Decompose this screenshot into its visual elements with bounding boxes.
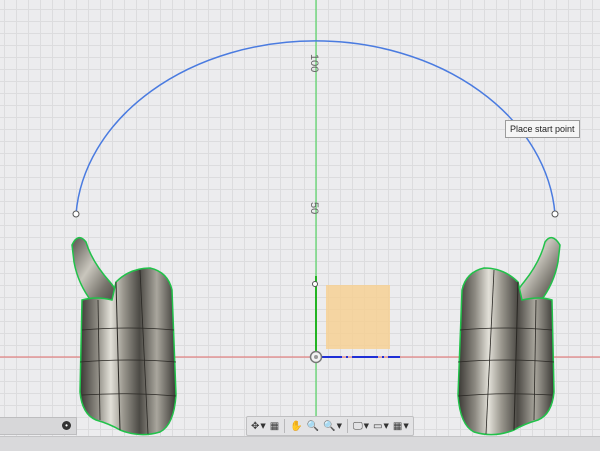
toolbar-divider — [284, 419, 286, 433]
right-earcup-body — [457, 236, 561, 436]
look-at-icon[interactable]: ▦ — [269, 418, 280, 434]
sketch-scene — [0, 0, 600, 450]
navigation-toolbar: ✥ ▼ ▦ ✋ 🔍 🔍 ▼ 🖵 ▼ ▭ ▼ ▦ ▼ — [246, 416, 414, 436]
display-settings-icon[interactable]: 🖵 ▼ — [352, 418, 370, 434]
grid-settings-icon[interactable]: ▦ ▼ — [392, 418, 410, 434]
ruler-label-50: 50 — [308, 202, 320, 215]
cursor-tooltip: Place start point — [505, 120, 580, 138]
zoom-window-icon[interactable]: 🔍 ▼ — [322, 418, 343, 434]
bottom-status-strip — [0, 436, 600, 451]
look-at-icon-glyph: ▦ — [269, 420, 280, 432]
pan-icon[interactable]: ✋ — [289, 418, 303, 434]
grid-settings-icon-glyph: ▦ — [392, 420, 403, 432]
visual-style-icon[interactable]: ▭ ▼ — [372, 418, 390, 434]
sketch-profile-rect — [326, 285, 390, 349]
toolbar-divider — [346, 419, 348, 433]
orbit-icon[interactable]: ✥ ▼ — [250, 418, 267, 434]
visual-style-icon-glyph: ▭ — [373, 420, 383, 432]
sketch-node-point — [312, 281, 318, 287]
ruler-label-100: 100 — [308, 54, 320, 73]
canvas-viewport[interactable]: 100 50 Place start point — [0, 0, 600, 450]
arc-end-point — [551, 210, 559, 218]
zoom-window-icon-glyph: 🔍 — [323, 420, 336, 432]
left-earcup-body — [71, 236, 177, 436]
pan-icon-glyph: ✋ — [290, 420, 303, 432]
browser-panel-collapsed[interactable]: • — [0, 417, 77, 435]
arc-start-point — [72, 210, 80, 218]
zoom-icon[interactable]: 🔍 — [306, 418, 320, 434]
settings-dot-icon[interactable]: • — [62, 421, 71, 430]
display-settings-icon-glyph: 🖵 — [352, 420, 363, 432]
orbit-icon-glyph: ✥ — [251, 420, 260, 432]
zoom-icon-glyph: 🔍 — [306, 420, 320, 432]
